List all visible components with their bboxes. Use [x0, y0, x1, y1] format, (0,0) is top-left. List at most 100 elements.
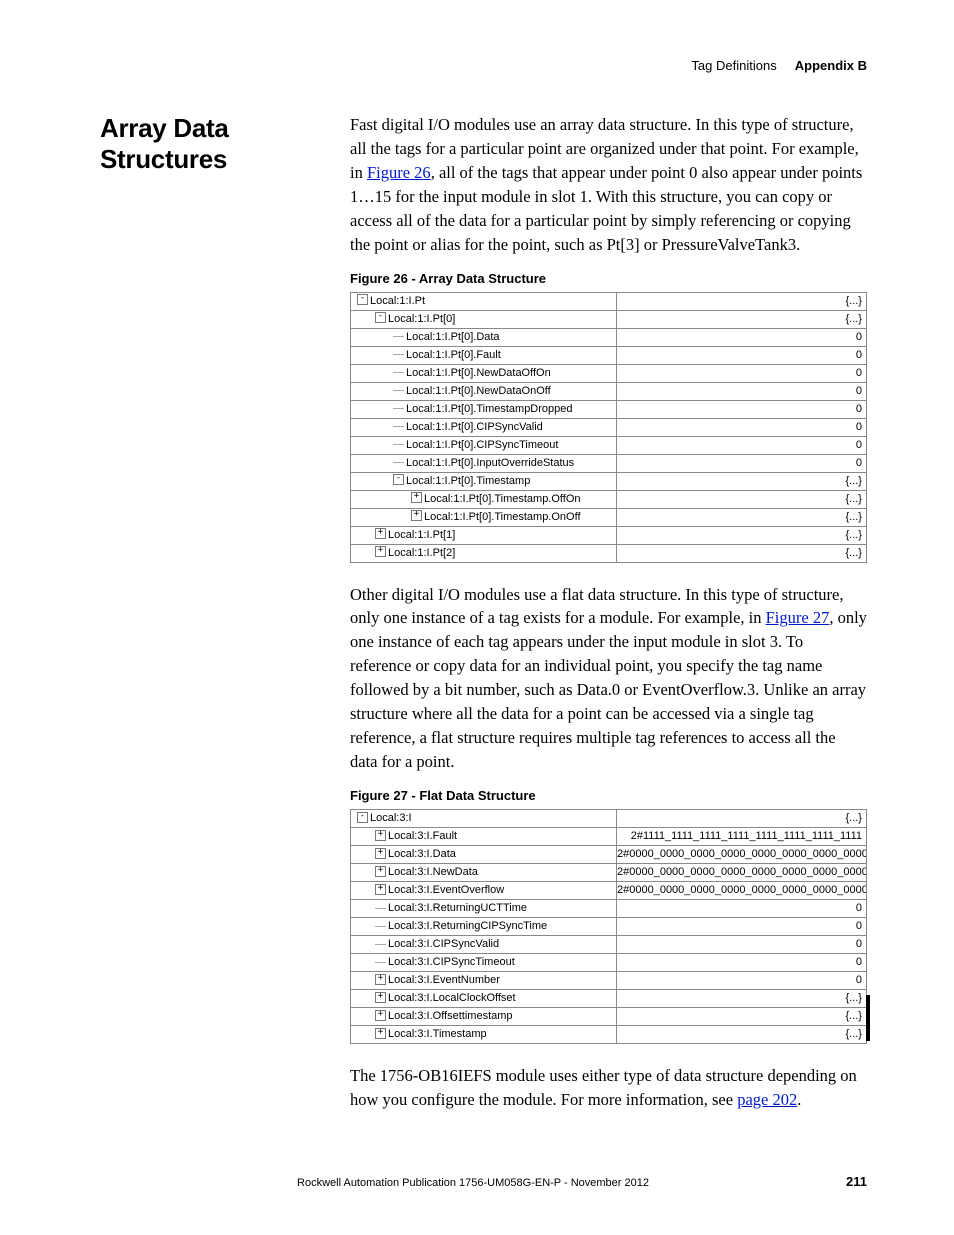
tag-value-cell: 2#0000_0000_0000_0000_0000_0000_0000_000… — [617, 863, 867, 881]
table-row: Local:1:I.Pt[0].InputOverrideStatus0 — [351, 454, 867, 472]
tag-value-cell: {...} — [617, 544, 867, 562]
tag-value-cell: {...} — [617, 508, 867, 526]
tag-name: Local:1:I.Pt[0].Data — [406, 331, 500, 343]
paragraph-1: Fast digital I/O modules use an array da… — [350, 113, 867, 257]
table-row: Local:1:I.Pt[0].TimestampDropped0 — [351, 400, 867, 418]
table-row: -Local:1:I.Pt[0]{...} — [351, 310, 867, 328]
page-number: 211 — [846, 1174, 867, 1189]
tag-name-cell: Local:1:I.Pt[0].Fault — [351, 346, 617, 364]
tag-name-cell: Local:3:I.ReturningUCTTime — [351, 899, 617, 917]
tag-name: Local:1:I.Pt[0].TimestampDropped — [406, 403, 573, 415]
tag-name-cell: -Local:1:I.Pt[0].Timestamp — [351, 472, 617, 490]
table-row: +Local:3:I.Data2#0000_0000_0000_0000_000… — [351, 845, 867, 863]
expand-icon[interactable]: + — [375, 1028, 386, 1039]
tag-value-cell: 0 — [617, 935, 867, 953]
tag-name: Local:1:I.Pt[0].NewDataOffOn — [406, 367, 551, 379]
expand-icon[interactable]: + — [375, 848, 386, 859]
header-right: Appendix B — [795, 58, 867, 73]
tag-name: Local:1:I.Pt[0].Fault — [406, 349, 501, 361]
collapse-icon[interactable]: - — [357, 812, 368, 823]
tag-name-cell: -Local:1:I.Pt[0] — [351, 310, 617, 328]
expand-icon[interactable]: + — [375, 884, 386, 895]
collapse-icon[interactable]: - — [393, 474, 404, 485]
tag-name: Local:1:I.Pt[0].CIPSyncValid — [406, 421, 543, 433]
expand-icon[interactable]: + — [375, 830, 386, 841]
tag-name-cell: +Local:3:I.Timestamp — [351, 1025, 617, 1043]
table-row: Local:3:I.ReturningCIPSyncTime0 — [351, 917, 867, 935]
tag-name: Local:1:I.Pt[0].Timestamp.OffOn — [424, 493, 581, 505]
expand-icon[interactable]: + — [411, 492, 422, 503]
tag-name-cell: +Local:3:I.EventNumber — [351, 971, 617, 989]
tag-name-cell: +Local:1:I.Pt[0].Timestamp.OffOn — [351, 490, 617, 508]
tag-value-cell: 0 — [617, 346, 867, 364]
tag-name: Local:3:I.Offsettimestamp — [388, 1010, 513, 1022]
tag-name-cell: +Local:3:I.Offsettimestamp — [351, 1007, 617, 1025]
table-row: Local:3:I.ReturningUCTTime 0 — [351, 899, 867, 917]
table-row: +Local:3:I.NewData 2#0000_0000_0000_0000_… — [351, 863, 867, 881]
table-row: +Local:1:I.Pt[2] {...} — [351, 544, 867, 562]
expand-icon[interactable]: + — [375, 546, 386, 557]
figure-26-caption: Figure 26 - Array Data Structure — [350, 271, 867, 286]
tag-value-cell: {...} — [617, 310, 867, 328]
tag-name: Local:3:I.EventOverflow — [388, 884, 504, 896]
tag-name: Local:1:I.Pt[0].NewDataOnOff — [406, 385, 551, 397]
tag-name-cell: Local:1:I.Pt[0].TimestampDropped — [351, 400, 617, 418]
tag-name-cell: +Local:3:I.LocalClockOffset — [351, 989, 617, 1007]
table-row: +Local:1:I.Pt[0].Timestamp.OnOff{...} — [351, 508, 867, 526]
tag-value-cell: 0 — [617, 436, 867, 454]
figure-26-table: -Local:1:I.Pt{...}-Local:1:I.Pt[0]{...}L… — [350, 292, 867, 563]
collapse-icon[interactable]: - — [375, 312, 386, 323]
paragraph-3: The 1756-OB16IEFS module uses either typ… — [350, 1064, 867, 1112]
tag-name: Local:1:I.Pt[0] — [388, 313, 455, 325]
change-bar — [866, 995, 870, 1041]
tag-name: Local:3:I.LocalClockOffset — [388, 992, 516, 1004]
tag-value-cell: 2#0000_0000_0000_0000_0000_0000_0000_000… — [617, 881, 867, 899]
figure-27-table: -Local:3:I{...}+Local:3:I.Fault2#1111_11… — [350, 809, 867, 1044]
tag-name: Local:1:I.Pt[2] — [388, 547, 455, 559]
expand-icon[interactable]: + — [411, 510, 422, 521]
footer: Rockwell Automation Publication 1756-UM0… — [100, 1174, 867, 1189]
table-row: Local:1:I.Pt[0].Data0 — [351, 328, 867, 346]
tag-value-cell: 0 — [617, 454, 867, 472]
publication-info: Rockwell Automation Publication 1756-UM0… — [297, 1177, 649, 1189]
tag-value-cell: 0 — [617, 382, 867, 400]
expand-icon[interactable]: + — [375, 528, 386, 539]
expand-icon[interactable]: + — [375, 974, 386, 985]
table-row: Local:1:I.Pt[0].NewDataOnOff 0 — [351, 382, 867, 400]
expand-icon[interactable]: + — [375, 866, 386, 877]
tag-name: Local:1:I.Pt[1] — [388, 529, 455, 541]
tag-value-cell: {...} — [617, 292, 867, 310]
tag-value-cell: 0 — [617, 953, 867, 971]
tag-name-cell: Local:1:I.Pt[0].NewDataOffOn — [351, 364, 617, 382]
figure-27-link[interactable]: Figure 27 — [766, 608, 830, 627]
table-row: -Local:3:I{...} — [351, 809, 867, 827]
tag-name: Local:3:I.EventNumber — [388, 974, 500, 986]
tag-name: Local:3:I.ReturningUCTTime — [388, 902, 527, 914]
table-row: +Local:3:I.Fault2#1111_1111_1111_1111_11… — [351, 827, 867, 845]
tag-name: Local:1:I.Pt[0].CIPSyncTimeout — [406, 439, 558, 451]
tag-name-cell: +Local:1:I.Pt[1] — [351, 526, 617, 544]
expand-icon[interactable]: + — [375, 1010, 386, 1021]
expand-icon[interactable]: + — [375, 992, 386, 1003]
table-row: Local:1:I.Pt[0].CIPSyncTimeout 0 — [351, 436, 867, 454]
tag-value-cell: {...} — [617, 809, 867, 827]
tag-name: Local:3:I.CIPSyncTimeout — [388, 956, 515, 968]
tag-name: Local:3:I.Data — [388, 848, 456, 860]
tag-name: Local:3:I.NewData — [388, 866, 478, 878]
section-title: Array Data Structures — [100, 113, 350, 175]
table-row: -Local:1:I.Pt[0].Timestamp{...} — [351, 472, 867, 490]
table-row: -Local:1:I.Pt{...} — [351, 292, 867, 310]
tag-name-cell: Local:1:I.Pt[0].CIPSyncTimeout — [351, 436, 617, 454]
tag-name: Local:3:I.ReturningCIPSyncTime — [388, 920, 547, 932]
collapse-icon[interactable]: - — [357, 294, 368, 305]
table-row: +Local:3:I.Timestamp{...} — [351, 1025, 867, 1043]
page-202-link[interactable]: page 202 — [737, 1090, 797, 1109]
tag-name-cell: +Local:3:I.Fault — [351, 827, 617, 845]
tag-value-cell: 0 — [617, 418, 867, 436]
table-row: +Local:1:I.Pt[0].Timestamp.OffOn{...} — [351, 490, 867, 508]
table-row: +Local:1:I.Pt[1]{...} — [351, 526, 867, 544]
tag-value-cell: 0 — [617, 899, 867, 917]
table-row: +Local:3:I.EventOverflow 2#0000_0000_0000… — [351, 881, 867, 899]
figure-26-link[interactable]: Figure 26 — [367, 163, 431, 182]
tag-value-cell: 2#1111_1111_1111_1111_1111_1111_1111_111… — [617, 827, 867, 845]
